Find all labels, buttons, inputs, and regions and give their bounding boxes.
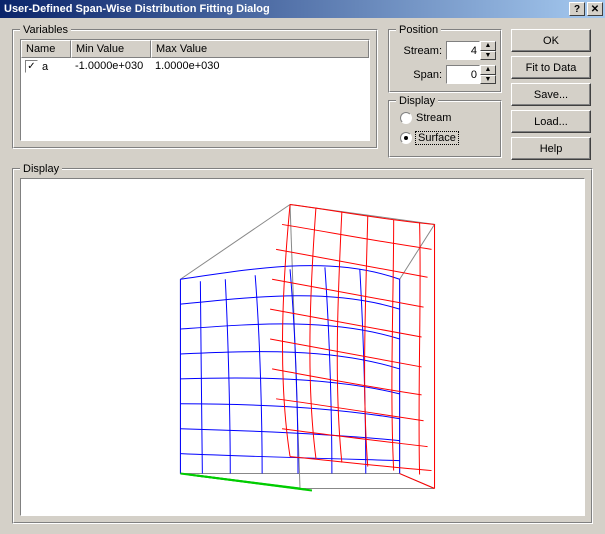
- variables-legend: Variables: [20, 24, 71, 36]
- position-group: Position Stream: 4 ▲ ▼ Span: 0 ▲ ▼: [388, 29, 502, 93]
- col-max[interactable]: Max Value: [151, 40, 369, 58]
- row-min: -1.0000e+030: [71, 60, 151, 73]
- span-input[interactable]: 0: [446, 65, 480, 84]
- stream-label: Stream:: [403, 45, 442, 57]
- table-header: Name Min Value Max Value: [21, 40, 369, 58]
- fit-to-data-button[interactable]: Fit to Data: [511, 56, 591, 79]
- span-up-icon[interactable]: ▲: [480, 65, 496, 75]
- variables-table: Name Min Value Max Value ✓ a -1.0000e+03…: [20, 39, 370, 141]
- save-button[interactable]: Save...: [511, 83, 591, 106]
- row-name: a: [42, 61, 48, 73]
- span-down-icon[interactable]: ▼: [480, 75, 496, 85]
- row-checkbox[interactable]: ✓: [25, 60, 38, 73]
- radio-surface-label: Surface: [416, 132, 458, 144]
- stream-spinbox: Stream: 4 ▲ ▼: [396, 41, 496, 60]
- table-body[interactable]: ✓ a -1.0000e+030 1.0000e+030: [21, 58, 369, 140]
- display-options-legend: Display: [396, 95, 438, 107]
- radio-surface[interactable]: Surface: [400, 132, 458, 144]
- radio-stream[interactable]: Stream: [400, 112, 451, 124]
- titlebar: User-Defined Span-Wise Distribution Fitt…: [0, 0, 605, 18]
- radio-surface-circle: [400, 132, 412, 144]
- display-canvas[interactable]: [20, 178, 585, 516]
- load-button[interactable]: Load...: [511, 110, 591, 133]
- col-min[interactable]: Min Value: [71, 40, 151, 58]
- help-button[interactable]: Help: [511, 137, 591, 160]
- stream-input[interactable]: 4: [446, 41, 480, 60]
- display-panel-group: Display: [12, 168, 593, 524]
- window-title: User-Defined Span-Wise Distribution Fitt…: [4, 3, 567, 15]
- col-name[interactable]: Name: [21, 40, 71, 58]
- display-options-group: Display Stream Surface: [388, 100, 502, 158]
- span-spinbox: Span: 0 ▲ ▼: [396, 65, 496, 84]
- radio-stream-label: Stream: [416, 112, 451, 124]
- help-title-button[interactable]: ?: [569, 2, 585, 16]
- variables-group: Variables Name Min Value Max Value ✓ a -…: [12, 29, 378, 149]
- display-panel-legend: Display: [20, 163, 62, 175]
- radio-stream-circle: [400, 112, 412, 124]
- span-label: Span:: [413, 69, 442, 81]
- stream-up-icon[interactable]: ▲: [480, 41, 496, 51]
- row-max: 1.0000e+030: [151, 60, 224, 73]
- position-legend: Position: [396, 24, 441, 36]
- close-title-button[interactable]: ✕: [587, 2, 603, 16]
- mesh-surface-icon: [21, 179, 584, 515]
- stream-down-icon[interactable]: ▼: [480, 51, 496, 61]
- table-row[interactable]: ✓ a -1.0000e+030 1.0000e+030: [21, 58, 369, 75]
- ok-button[interactable]: OK: [511, 29, 591, 52]
